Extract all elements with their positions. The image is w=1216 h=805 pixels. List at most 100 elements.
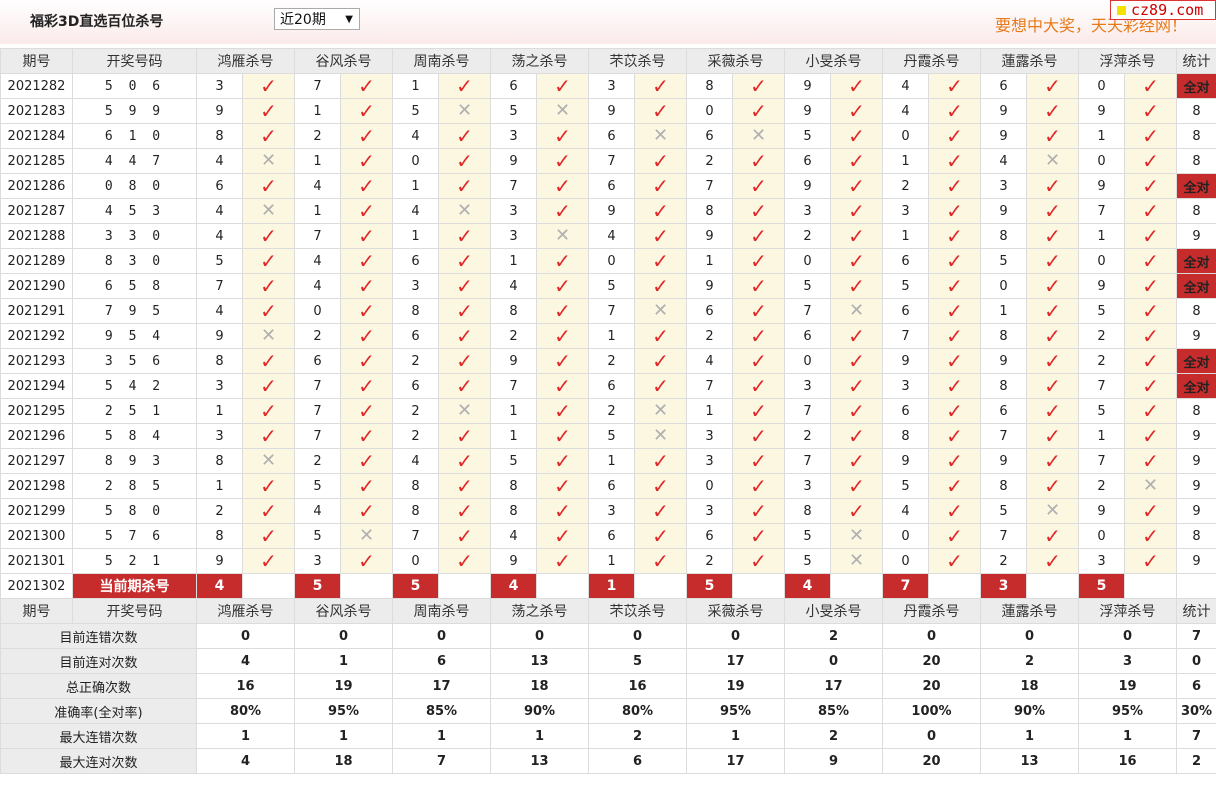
stats-value: 80% <box>588 698 687 724</box>
result-cell: ✓ <box>928 423 981 449</box>
kill-value-cell: 3 <box>196 373 243 399</box>
stats-row: 准确率(全对率) 80% 95% 85% 90% 80% 95% 85% 100% 90% 95% 3… <box>0 698 1216 724</box>
result-cell: ✓ <box>634 223 687 249</box>
check-icon: ✓ <box>358 273 375 298</box>
check-icon: ✓ <box>260 298 277 323</box>
stats-row: 总正确次数 16 19 17 18 16 19 17 20 18 19 6 <box>0 673 1216 699</box>
kill-value-cell: 1 <box>588 548 635 574</box>
cross-icon: ✕ <box>1044 500 1061 521</box>
column-header: 统计 <box>1176 598 1216 624</box>
result-cell: ✓ <box>536 173 589 199</box>
check-icon: ✓ <box>1044 173 1061 198</box>
stats-total: 2 <box>1176 748 1216 774</box>
result-cell: ✕ <box>1026 148 1079 174</box>
check-icon: ✓ <box>260 523 277 548</box>
check-icon: ✓ <box>750 323 767 348</box>
check-icon: ✓ <box>1142 223 1159 248</box>
kill-value-cell: 9 <box>686 223 733 249</box>
check-icon: ✓ <box>358 98 375 123</box>
kill-value-cell: 5 <box>980 248 1027 274</box>
stats-total: 6 <box>1176 673 1216 699</box>
result-cell: ✓ <box>340 398 393 424</box>
check-icon: ✓ <box>358 348 375 373</box>
check-icon: ✓ <box>1142 198 1159 223</box>
result-cell: ✓ <box>536 198 589 224</box>
result-cell: ✓ <box>340 473 393 499</box>
kill-value-cell: 4 <box>490 523 537 549</box>
check-icon: ✓ <box>358 173 375 198</box>
result-cell: ✓ <box>1026 123 1079 149</box>
kill-value-cell: 2 <box>392 398 439 424</box>
kill-value-cell: 9 <box>980 448 1027 474</box>
kill-value-cell: 3 <box>686 498 733 524</box>
kill-value-cell: 2 <box>588 398 635 424</box>
kill-value-cell: 2 <box>1078 348 1125 374</box>
result-cell: ✓ <box>1124 498 1177 524</box>
result-cell: ✓ <box>340 348 393 374</box>
kill-value-cell: 1 <box>686 398 733 424</box>
result-cell: ✓ <box>242 423 295 449</box>
check-icon: ✓ <box>358 298 375 323</box>
kill-value-cell: 8 <box>196 448 243 474</box>
stats-value: 16 <box>588 673 687 699</box>
kill-value-cell: 5 <box>294 473 341 499</box>
check-icon: ✓ <box>1044 223 1061 248</box>
result-cell: ✓ <box>830 448 883 474</box>
result-cell: ✓ <box>242 523 295 549</box>
table-row: 2021300 5 7 6 8 ✓ 5 ✕ 7 ✓ 4 ✓ 6 ✓ 6 ✓ 5 ✕ 0 ✓ 7 ✓ 0 ✓ 8 <box>0 523 1216 549</box>
kill-value-cell: 6 <box>882 398 929 424</box>
period-cell: 2021291 <box>0 298 73 324</box>
check-icon: ✓ <box>750 373 767 398</box>
kill-value-cell: 8 <box>392 498 439 524</box>
result-cell: ✓ <box>830 423 883 449</box>
kill-value-cell: 6 <box>392 248 439 274</box>
draw-number-cell: 5 8 4 <box>72 423 197 449</box>
check-icon: ✓ <box>652 373 669 398</box>
result-cell: ✓ <box>732 248 785 274</box>
kill-value-cell: 3 <box>588 498 635 524</box>
stats-value: 4 <box>196 748 295 774</box>
result-cell: ✓ <box>340 273 393 299</box>
stats-total: 7 <box>1176 723 1216 749</box>
current-period-row: 2021302 当前期杀号 4 5 5 4 1 5 4 7 3 5 <box>0 573 1216 599</box>
check-icon: ✓ <box>652 248 669 273</box>
site-logo[interactable]: cz89.com <box>1110 0 1216 20</box>
check-icon: ✓ <box>456 323 473 348</box>
result-cell: ✓ <box>830 198 883 224</box>
check-icon: ✓ <box>358 148 375 173</box>
kill-value-cell: 6 <box>784 323 831 349</box>
table-row: 2021294 5 4 2 3 ✓ 7 ✓ 6 ✓ 7 ✓ 6 ✓ 7 ✓ 3 ✓ 3 ✓ 8 ✓ 7 ✓ 全对 <box>0 373 1216 399</box>
stats-value: 95% <box>1078 698 1177 724</box>
check-icon: ✓ <box>358 223 375 248</box>
kill-value-cell: 8 <box>980 223 1027 249</box>
check-icon: ✓ <box>260 173 277 198</box>
empty-cell <box>536 573 589 599</box>
check-icon: ✓ <box>750 498 767 523</box>
result-cell: ✓ <box>1026 173 1079 199</box>
table-row: 2021283 5 9 9 9 ✓ 1 ✓ 5 ✕ 5 ✕ 9 ✓ 0 ✓ 9 ✓ 4 ✓ 9 ✓ 9 ✓ 8 <box>0 98 1216 124</box>
table-row: 2021297 8 9 3 8 ✕ 2 ✓ 4 ✓ 5 ✓ 1 ✓ 3 ✓ 7 ✓ 9 ✓ 9 ✓ 7 ✓ 9 <box>0 448 1216 474</box>
period-cell: 2021286 <box>0 173 73 199</box>
kill-value-cell: 1 <box>588 448 635 474</box>
kill-value-cell: 2 <box>196 498 243 524</box>
result-cell: ✓ <box>1124 248 1177 274</box>
kill-value-cell: 8 <box>392 298 439 324</box>
top-bar: 福彩3D直选百位杀号 近20期 ▼ 要想中大奖，天天彩经网！ cz89.com <box>0 0 1216 44</box>
kill-value-cell: 8 <box>980 473 1027 499</box>
current-kill-value: 5 <box>392 573 439 599</box>
result-cell: ✕ <box>634 398 687 424</box>
check-icon: ✓ <box>456 223 473 248</box>
period-cell: 2021296 <box>0 423 73 449</box>
check-icon: ✓ <box>750 348 767 373</box>
stats-value: 0 <box>1078 623 1177 649</box>
result-cell: ✕ <box>830 548 883 574</box>
column-header: 小旻杀号 <box>784 598 883 624</box>
period-select[interactable]: 近20期 ▼ <box>274 8 360 30</box>
result-cell: ✓ <box>340 98 393 124</box>
check-icon: ✓ <box>946 373 963 398</box>
kill-value-cell: 9 <box>588 98 635 124</box>
cross-icon: ✕ <box>750 125 767 146</box>
check-icon: ✓ <box>554 173 571 198</box>
check-icon: ✓ <box>946 423 963 448</box>
result-cell: ✓ <box>1026 323 1079 349</box>
